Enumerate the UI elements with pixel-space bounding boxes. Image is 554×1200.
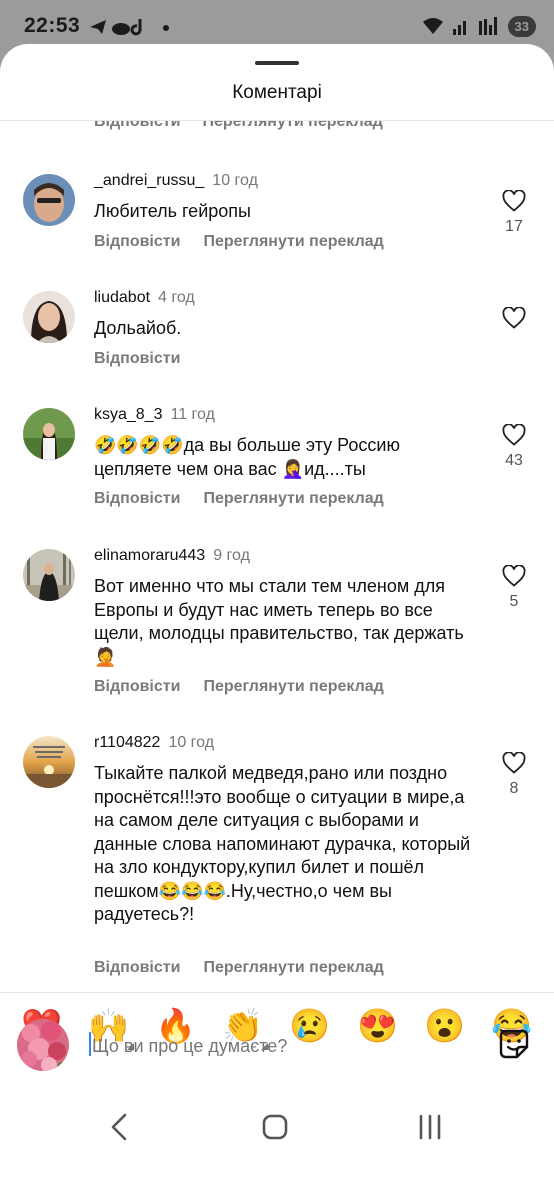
heart-icon [502, 307, 526, 329]
heart-icon [502, 565, 526, 587]
text-cursor [89, 1032, 91, 1056]
comment-meta: elinamoraru443 9 год [94, 547, 250, 565]
timestamp: 4 год [158, 289, 195, 306]
comment-text: Любитель гейропы [94, 201, 251, 221]
username[interactable]: elinamoraru443 [94, 547, 205, 564]
timestamp: 9 год [213, 547, 250, 564]
my-avatar [17, 1019, 69, 1071]
timestamp: 10 год [168, 734, 215, 751]
comment-item: liudabot 4 год Дольайоб. Відповісти [0, 289, 554, 389]
comment-item: ksya_8_3 11 год 🤣🤣🤣🤣да вы больше эту Росс… [0, 406, 554, 526]
divider [0, 992, 554, 993]
reply-button[interactable]: Відповісти [94, 121, 180, 130]
reply-button[interactable]: Відповісти [94, 959, 180, 976]
sheet-title: Коментарі [232, 82, 322, 103]
reply-button[interactable]: Відповісти [94, 678, 180, 695]
comment-actions: Відповісти Переглянути переклад [94, 490, 384, 508]
comment-item: elinamoraru443 9 год Вот именно что мы ст… [0, 547, 554, 717]
comment-item: _andrei_russu_ 10 год Любитель гейропы Ві… [0, 172, 554, 272]
like-button[interactable]: 43 [496, 424, 532, 470]
reply-button[interactable]: Відповісти [94, 233, 180, 250]
like-button[interactable] [496, 307, 532, 329]
comment-text: Дольайоб. [94, 318, 182, 338]
system-navigation-bar [0, 1097, 554, 1156]
reply-button[interactable]: Відповісти [94, 350, 180, 367]
comment-text: 🤣🤣🤣🤣да вы больше эту Россию цепляете чем… [94, 435, 400, 479]
partial-comment-actions: Відповісти Переглянути переклад [94, 121, 405, 131]
see-translation-button[interactable]: Переглянути переклад [203, 959, 383, 976]
like-count: 5 [509, 593, 519, 610]
comment-actions: Відповісти [94, 350, 203, 368]
see-translation-button[interactable]: Переглянути переклад [203, 490, 383, 507]
like-button[interactable]: 5 [496, 565, 532, 611]
wifi-icon [422, 18, 443, 34]
comment-input[interactable] [90, 1030, 474, 1062]
username[interactable]: liudabot [94, 289, 150, 306]
notification-icons [90, 19, 169, 36]
see-translation-button[interactable]: Переглянути переклад [202, 121, 382, 130]
like-count: 8 [509, 780, 519, 797]
comments-sheet: Коментарі Відповісти Переглянути переклад… [0, 44, 554, 1200]
comment-actions: Відповісти Переглянути переклад [94, 233, 384, 251]
comment-meta: liudabot 4 год [94, 289, 195, 307]
like-count: 43 [505, 452, 523, 469]
avatar[interactable] [23, 408, 75, 460]
avatar[interactable] [23, 291, 75, 343]
comments-list[interactable]: Відповісти Переглянути переклад _andrei_r… [0, 121, 554, 995]
comment-meta: ksya_8_3 11 год [94, 406, 215, 424]
comment-text: Тыкайте палкой медведя,рано или поздно п… [94, 763, 471, 924]
username[interactable]: r1104822 [94, 734, 160, 751]
username[interactable]: _andrei_russu_ [94, 172, 204, 189]
timestamp: 11 год [170, 406, 215, 423]
see-translation-button[interactable]: Переглянути переклад [203, 233, 383, 250]
comment-actions: Відповісти Переглянути переклад [94, 959, 384, 977]
comment-item: r1104822 10 год Тыкайте палкой медведя,ра… [0, 734, 554, 994]
reply-button[interactable]: Відповісти [94, 490, 180, 507]
back-icon[interactable] [100, 1107, 140, 1147]
recent-apps-icon[interactable] [410, 1107, 450, 1147]
avatar[interactable] [23, 736, 75, 788]
heart-icon [502, 752, 526, 774]
heart-icon [502, 424, 526, 446]
like-button[interactable]: 17 [496, 190, 532, 236]
avatar[interactable] [23, 549, 75, 601]
comment-text: Вот именно что мы стали тем членом для Е… [94, 576, 464, 667]
system-status-icons: 33 [422, 14, 536, 38]
signal-icon [452, 21, 466, 35]
heart-icon [502, 190, 526, 212]
comment-actions: Відповісти Переглянути переклад [94, 678, 384, 696]
like-button[interactable]: 8 [496, 752, 532, 798]
comment-meta: _andrei_russu_ 10 год [94, 172, 258, 190]
signal-icon-2 [478, 17, 497, 35]
home-icon[interactable] [255, 1107, 295, 1147]
timestamp: 10 год [212, 172, 258, 189]
status-time: 22:53 [24, 14, 81, 37]
sticker-icon[interactable] [497, 1027, 531, 1061]
drag-handle[interactable] [255, 61, 299, 65]
like-count: 17 [505, 218, 523, 235]
comment-meta: r1104822 10 год [94, 734, 214, 752]
avatar[interactable] [23, 174, 75, 226]
username[interactable]: ksya_8_3 [94, 406, 163, 423]
battery-indicator: 33 [507, 15, 536, 37]
see-translation-button[interactable]: Переглянути переклад [203, 678, 383, 695]
